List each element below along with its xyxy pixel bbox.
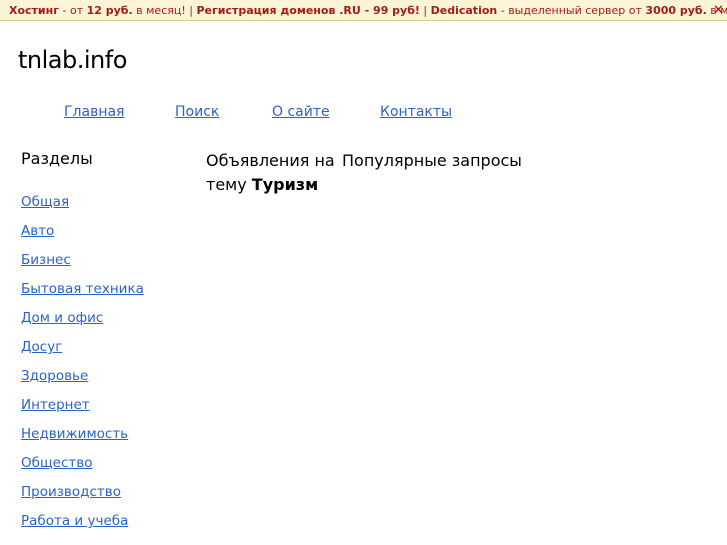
sidebar-item-appliances[interactable]: Бытовая техника [21, 281, 144, 297]
list-item: Общая [21, 193, 144, 222]
list-item: Общество [21, 454, 144, 483]
list-item: Здоровье [21, 367, 144, 396]
ad-dedication-price: 3000 руб. [645, 4, 707, 17]
sidebar-item-leisure[interactable]: Досуг [21, 339, 62, 355]
sidebar-item-auto[interactable]: Авто [21, 223, 54, 239]
ad-banner: Хостинг - от 12 руб. в месяц! | Регистра… [0, 0, 727, 21]
popular-queries-heading: Популярные запросы [342, 151, 522, 170]
nav-home-link[interactable]: Главная [64, 104, 124, 120]
sidebar-item-production[interactable]: Производство [21, 484, 121, 500]
ad-separator: | [419, 4, 431, 17]
ad-domains-link[interactable]: Регистрация доменов .RU - 99 руб! [196, 4, 419, 17]
sidebar-item-home-office[interactable]: Дом и офис [21, 310, 103, 326]
sidebar-item-internet[interactable]: Интернет [21, 397, 90, 413]
ads-heading-topic: Туризм [251, 175, 319, 194]
nav-search-link[interactable]: Поиск [175, 104, 219, 120]
sidebar-item-general[interactable]: Общая [21, 194, 69, 210]
close-icon[interactable]: ✕ [712, 4, 725, 17]
list-item: Дом и офис [21, 309, 144, 338]
list-item: Интернет [21, 396, 144, 425]
list-item: Бытовая техника [21, 280, 144, 309]
list-item: Недвижимость [21, 425, 144, 454]
list-item: Бизнес [21, 251, 144, 280]
list-item: Авто [21, 222, 144, 251]
list-item: Досуг [21, 338, 144, 367]
sidebar-item-real-estate[interactable]: Недвижимость [21, 426, 128, 442]
sidebar-item-business[interactable]: Бизнес [21, 252, 71, 268]
ad-hosting-text: - от [59, 4, 87, 17]
list-item: Работа и учеба [21, 512, 144, 541]
nav-contacts-link[interactable]: Контакты [380, 104, 452, 120]
ad-dedication-link[interactable]: Dedication [431, 4, 498, 17]
sidebar-list: Общая Авто Бизнес Бытовая техника Дом и … [21, 193, 144, 541]
ads-heading: Объявления на тему Туризм [206, 149, 346, 197]
sidebar-item-society[interactable]: Общество [21, 455, 92, 471]
list-item: Производство [21, 483, 144, 512]
sidebar-title: Разделы [21, 149, 93, 168]
ad-hosting-text-2: в месяц! | [132, 4, 197, 17]
nav-about-link[interactable]: О сайте [272, 104, 330, 120]
sidebar-item-health[interactable]: Здоровье [21, 368, 88, 384]
sidebar-item-work-study[interactable]: Работа и учеба [21, 513, 128, 529]
ad-hosting-price: 12 руб. [86, 4, 133, 17]
ad-hosting-link[interactable]: Хостинг [9, 4, 59, 17]
ad-dedication-text: - выделенный сервер от [497, 4, 646, 17]
site-title[interactable]: tnlab.info [18, 46, 127, 74]
